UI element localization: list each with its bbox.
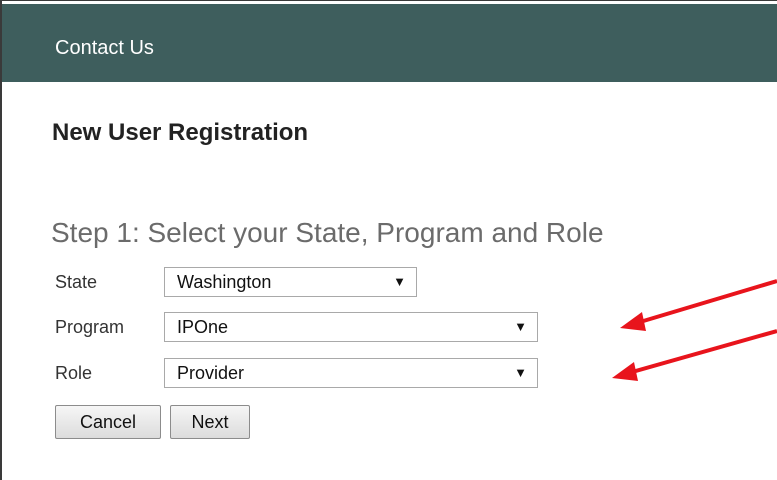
red-arrow-icon	[620, 279, 777, 331]
red-arrow-icon	[612, 329, 777, 381]
annotation-arrows	[612, 279, 777, 381]
